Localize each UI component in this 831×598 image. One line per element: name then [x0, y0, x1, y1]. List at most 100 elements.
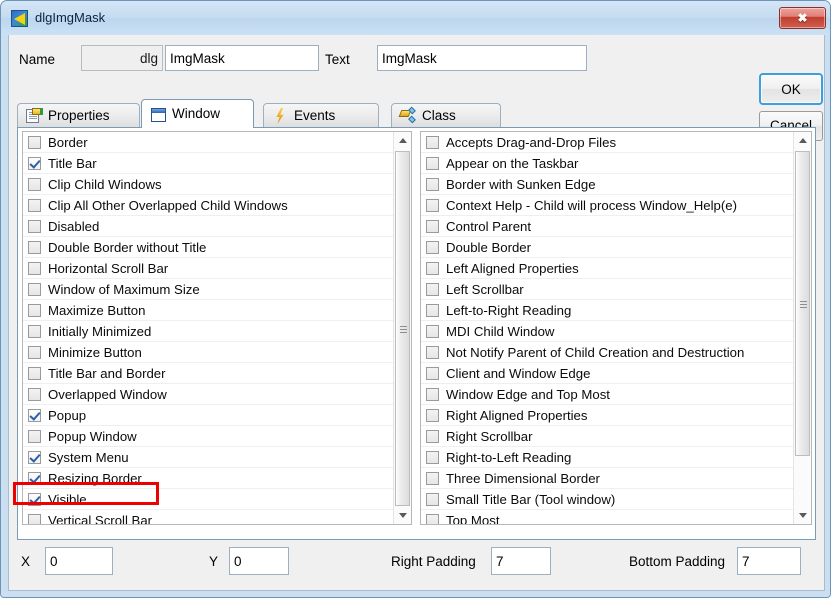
checkbox-unchecked-icon[interactable] [426, 135, 439, 149]
checkbox-unchecked-icon[interactable] [28, 198, 41, 212]
left-scrollbar[interactable] [393, 132, 411, 524]
checkbox-unchecked-icon[interactable] [426, 471, 439, 485]
right-scrollbar[interactable] [793, 132, 811, 524]
x-input[interactable] [45, 547, 113, 575]
checkbox-unchecked-icon[interactable] [426, 282, 439, 296]
list-item[interactable]: Initially Minimized [23, 321, 393, 342]
list-item[interactable]: Small Title Bar (Tool window) [421, 489, 793, 510]
checkbox-unchecked-icon[interactable] [28, 513, 41, 524]
list-item-label: Window Edge and Top Most [446, 386, 610, 402]
scroll-up-icon[interactable] [794, 132, 811, 149]
checkbox-unchecked-icon[interactable] [426, 513, 439, 524]
checkbox-checked-icon[interactable] [28, 156, 41, 170]
list-item[interactable]: Clip All Other Overlapped Child Windows [23, 195, 393, 216]
list-item[interactable]: Context Help - Child will process Window… [421, 195, 793, 216]
list-item[interactable]: Client and Window Edge [421, 363, 793, 384]
extended-styles-list[interactable]: Accepts Drag-and-Drop Files Appear on the… [420, 131, 812, 525]
checkbox-unchecked-icon[interactable] [28, 345, 41, 359]
name-prefix-field[interactable] [81, 45, 163, 71]
list-item[interactable]: Border [23, 132, 393, 153]
checkbox-unchecked-icon[interactable] [28, 240, 41, 254]
checkbox-unchecked-icon[interactable] [28, 177, 41, 191]
list-item[interactable]: Right Aligned Properties [421, 405, 793, 426]
list-item[interactable]: Accepts Drag-and-Drop Files [421, 132, 793, 153]
list-item[interactable]: Double Border [421, 237, 793, 258]
checkbox-checked-icon[interactable] [28, 471, 41, 485]
list-item[interactable]: Vertical Scroll Bar [23, 510, 393, 524]
tab-properties[interactable]: Properties [17, 103, 140, 127]
checkbox-unchecked-icon[interactable] [426, 408, 439, 422]
checkbox-unchecked-icon[interactable] [426, 198, 439, 212]
list-item[interactable]: System Menu [23, 447, 393, 468]
list-item[interactable]: Popup [23, 405, 393, 426]
list-item[interactable]: Popup Window [23, 426, 393, 447]
right-scrollbar-thumb[interactable] [795, 151, 810, 456]
checkbox-unchecked-icon[interactable] [28, 387, 41, 401]
checkbox-unchecked-icon[interactable] [426, 387, 439, 401]
checkbox-unchecked-icon[interactable] [426, 450, 439, 464]
checkbox-unchecked-icon[interactable] [426, 345, 439, 359]
list-item[interactable]: Horizontal Scroll Bar [23, 258, 393, 279]
checkbox-unchecked-icon[interactable] [426, 492, 439, 506]
y-input[interactable] [229, 547, 289, 575]
close-icon[interactable]: ✖ [779, 7, 826, 29]
right-padding-input[interactable] [491, 547, 551, 575]
list-item[interactable]: Border with Sunken Edge [421, 174, 793, 195]
list-item[interactable]: Clip Child Windows [23, 174, 393, 195]
tab-events[interactable]: Events [263, 103, 379, 127]
checkbox-unchecked-icon[interactable] [426, 303, 439, 317]
checkbox-unchecked-icon[interactable] [28, 429, 41, 443]
list-item[interactable]: Left-to-Right Reading [421, 300, 793, 321]
checkbox-unchecked-icon[interactable] [426, 240, 439, 254]
checkbox-checked-icon[interactable] [28, 450, 41, 464]
list-item[interactable]: Top Most [421, 510, 793, 524]
name-input[interactable] [165, 45, 319, 71]
list-item[interactable]: Resizing Border [23, 468, 393, 489]
list-item[interactable]: Three Dimensional Border [421, 468, 793, 489]
list-item[interactable]: Right-to-Left Reading [421, 447, 793, 468]
window-styles-list[interactable]: Border Title Bar Clip Child Windows Clip Al… [22, 131, 412, 525]
checkbox-unchecked-icon[interactable] [426, 156, 439, 170]
list-item[interactable]: Title Bar [23, 153, 393, 174]
bottom-padding-input[interactable] [737, 547, 801, 575]
list-item[interactable]: Control Parent [421, 216, 793, 237]
list-item[interactable]: Left Aligned Properties [421, 258, 793, 279]
scroll-up-icon[interactable] [394, 132, 411, 149]
checkbox-unchecked-icon[interactable] [28, 261, 41, 275]
checkbox-unchecked-icon[interactable] [28, 135, 41, 149]
scroll-down-icon[interactable] [794, 507, 811, 524]
checkbox-unchecked-icon[interactable] [426, 219, 439, 233]
text-input[interactable] [377, 45, 587, 71]
list-item[interactable]: Visible [23, 489, 393, 510]
list-item-label: Vertical Scroll Bar [48, 512, 153, 525]
checkbox-checked-icon[interactable] [28, 492, 41, 506]
checkbox-checked-icon[interactable] [28, 408, 41, 422]
checkbox-unchecked-icon[interactable] [28, 303, 41, 317]
checkbox-unchecked-icon[interactable] [28, 324, 41, 338]
list-item[interactable]: Maximize Button [23, 300, 393, 321]
checkbox-unchecked-icon[interactable] [28, 219, 41, 233]
list-item[interactable]: Appear on the Taskbar [421, 153, 793, 174]
checkbox-unchecked-icon[interactable] [28, 282, 41, 296]
list-item[interactable]: Disabled [23, 216, 393, 237]
list-item[interactable]: Overlapped Window [23, 384, 393, 405]
list-item[interactable]: MDI Child Window [421, 321, 793, 342]
checkbox-unchecked-icon[interactable] [426, 366, 439, 380]
checkbox-unchecked-icon[interactable] [28, 366, 41, 380]
scroll-down-icon[interactable] [394, 507, 411, 524]
tab-window[interactable]: Window [141, 99, 254, 128]
checkbox-unchecked-icon[interactable] [426, 324, 439, 338]
checkbox-unchecked-icon[interactable] [426, 429, 439, 443]
list-item[interactable]: Left Scrollbar [421, 279, 793, 300]
list-item[interactable]: Double Border without Title [23, 237, 393, 258]
tab-class[interactable]: Class [391, 103, 501, 127]
list-item[interactable]: Not Notify Parent of Child Creation and … [421, 342, 793, 363]
list-item[interactable]: Title Bar and Border [23, 363, 393, 384]
left-scrollbar-thumb[interactable] [395, 151, 410, 506]
list-item[interactable]: Window of Maximum Size [23, 279, 393, 300]
list-item[interactable]: Window Edge and Top Most [421, 384, 793, 405]
checkbox-unchecked-icon[interactable] [426, 261, 439, 275]
checkbox-unchecked-icon[interactable] [426, 177, 439, 191]
list-item[interactable]: Minimize Button [23, 342, 393, 363]
list-item[interactable]: Right Scrollbar [421, 426, 793, 447]
